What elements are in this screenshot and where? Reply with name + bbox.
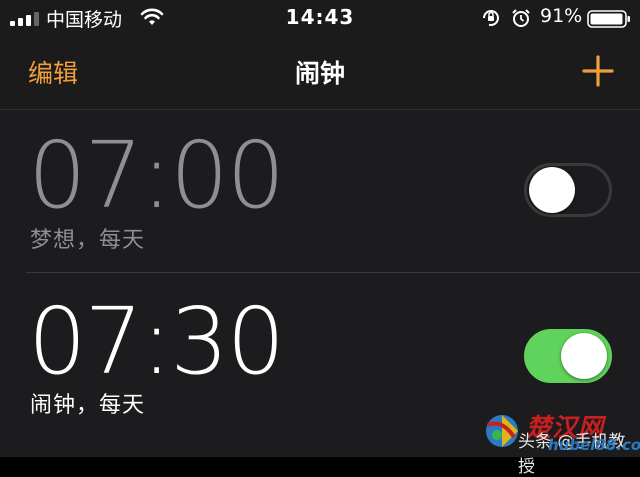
toggle-knob xyxy=(561,333,607,379)
alarm-label: 梦想，每天 xyxy=(30,228,146,253)
add-alarm-button[interactable] xyxy=(580,53,616,89)
nav-bar: 编辑 闹钟 xyxy=(0,36,640,110)
plus-icon xyxy=(582,55,614,87)
alarm-time: 07:00 xyxy=(28,122,285,229)
watermark: 楚汉网 头条 @手机教授 hubei88.com xyxy=(470,405,640,477)
page-title: 闹钟 xyxy=(294,59,345,88)
alarm-toggle-on[interactable] xyxy=(524,329,612,383)
watermark-site: hubei88.com xyxy=(548,436,640,454)
alarm-row[interactable]: 07:00 梦想，每天 xyxy=(0,110,640,272)
alarm-icon xyxy=(512,9,530,27)
alarm-toggle-off[interactable] xyxy=(524,163,612,217)
alarm-label: 闹钟，每天 xyxy=(30,393,146,418)
battery-percent: 91% xyxy=(540,5,583,27)
rotation-lock-icon xyxy=(483,10,499,26)
status-bar: 中国移动 14:43 91% xyxy=(0,0,640,36)
alarm-time: 07:30 xyxy=(28,288,285,395)
toggle-knob xyxy=(529,167,575,213)
watermark-logo-icon xyxy=(486,415,518,447)
battery-icon xyxy=(587,10,630,28)
